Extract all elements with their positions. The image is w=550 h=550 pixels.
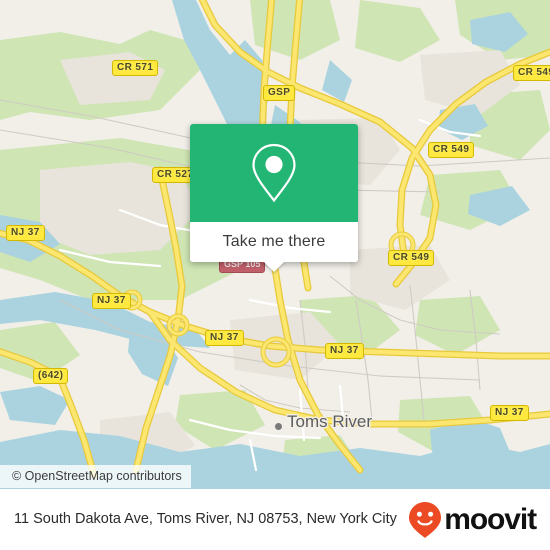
moovit-logo: moovit xyxy=(408,501,537,539)
road-shield: NJ 37 xyxy=(6,225,45,241)
osm-attribution[interactable]: © OpenStreetMap contributors xyxy=(0,465,191,488)
screenshot-root: CR 571 GSP CR 549 CR 549 CR 527 NJ 37 CR… xyxy=(0,0,550,550)
take-me-there-label: Take me there xyxy=(222,233,326,250)
road-shield: NJ 37 xyxy=(205,330,244,346)
popup-pointer-tail xyxy=(263,261,285,272)
road-shield: NJ 37 xyxy=(490,405,529,421)
map-pin-icon xyxy=(252,143,296,203)
map-canvas[interactable]: CR 571 GSP CR 549 CR 549 CR 527 NJ 37 CR… xyxy=(0,0,550,489)
popup-green-header xyxy=(190,124,358,222)
moovit-wordmark: moovit xyxy=(444,502,537,536)
road-shield: (642) xyxy=(33,368,69,384)
footer-bar: 11 South Dakota Ave, Toms River, NJ 0875… xyxy=(0,489,550,550)
place-label-toms-river: Toms River xyxy=(287,412,373,431)
road-shield: GSP xyxy=(263,85,296,101)
road-shield: CR 549 xyxy=(428,142,475,158)
road-shield: CR 549 xyxy=(388,250,435,266)
popup-action-bar[interactable]: Take me there xyxy=(190,222,358,272)
road-shield: NJ 37 xyxy=(325,343,364,359)
road-shield: CR 549 xyxy=(513,65,550,81)
road-shield: NJ 37 xyxy=(92,293,131,309)
moovit-smiley-pin-icon xyxy=(409,501,442,538)
place-dot xyxy=(274,422,283,431)
location-popup-card[interactable]: Take me there xyxy=(190,124,358,272)
road-shield: CR 571 xyxy=(112,60,159,76)
footer-address: 11 South Dakota Ave, Toms River, NJ 0875… xyxy=(14,511,397,527)
